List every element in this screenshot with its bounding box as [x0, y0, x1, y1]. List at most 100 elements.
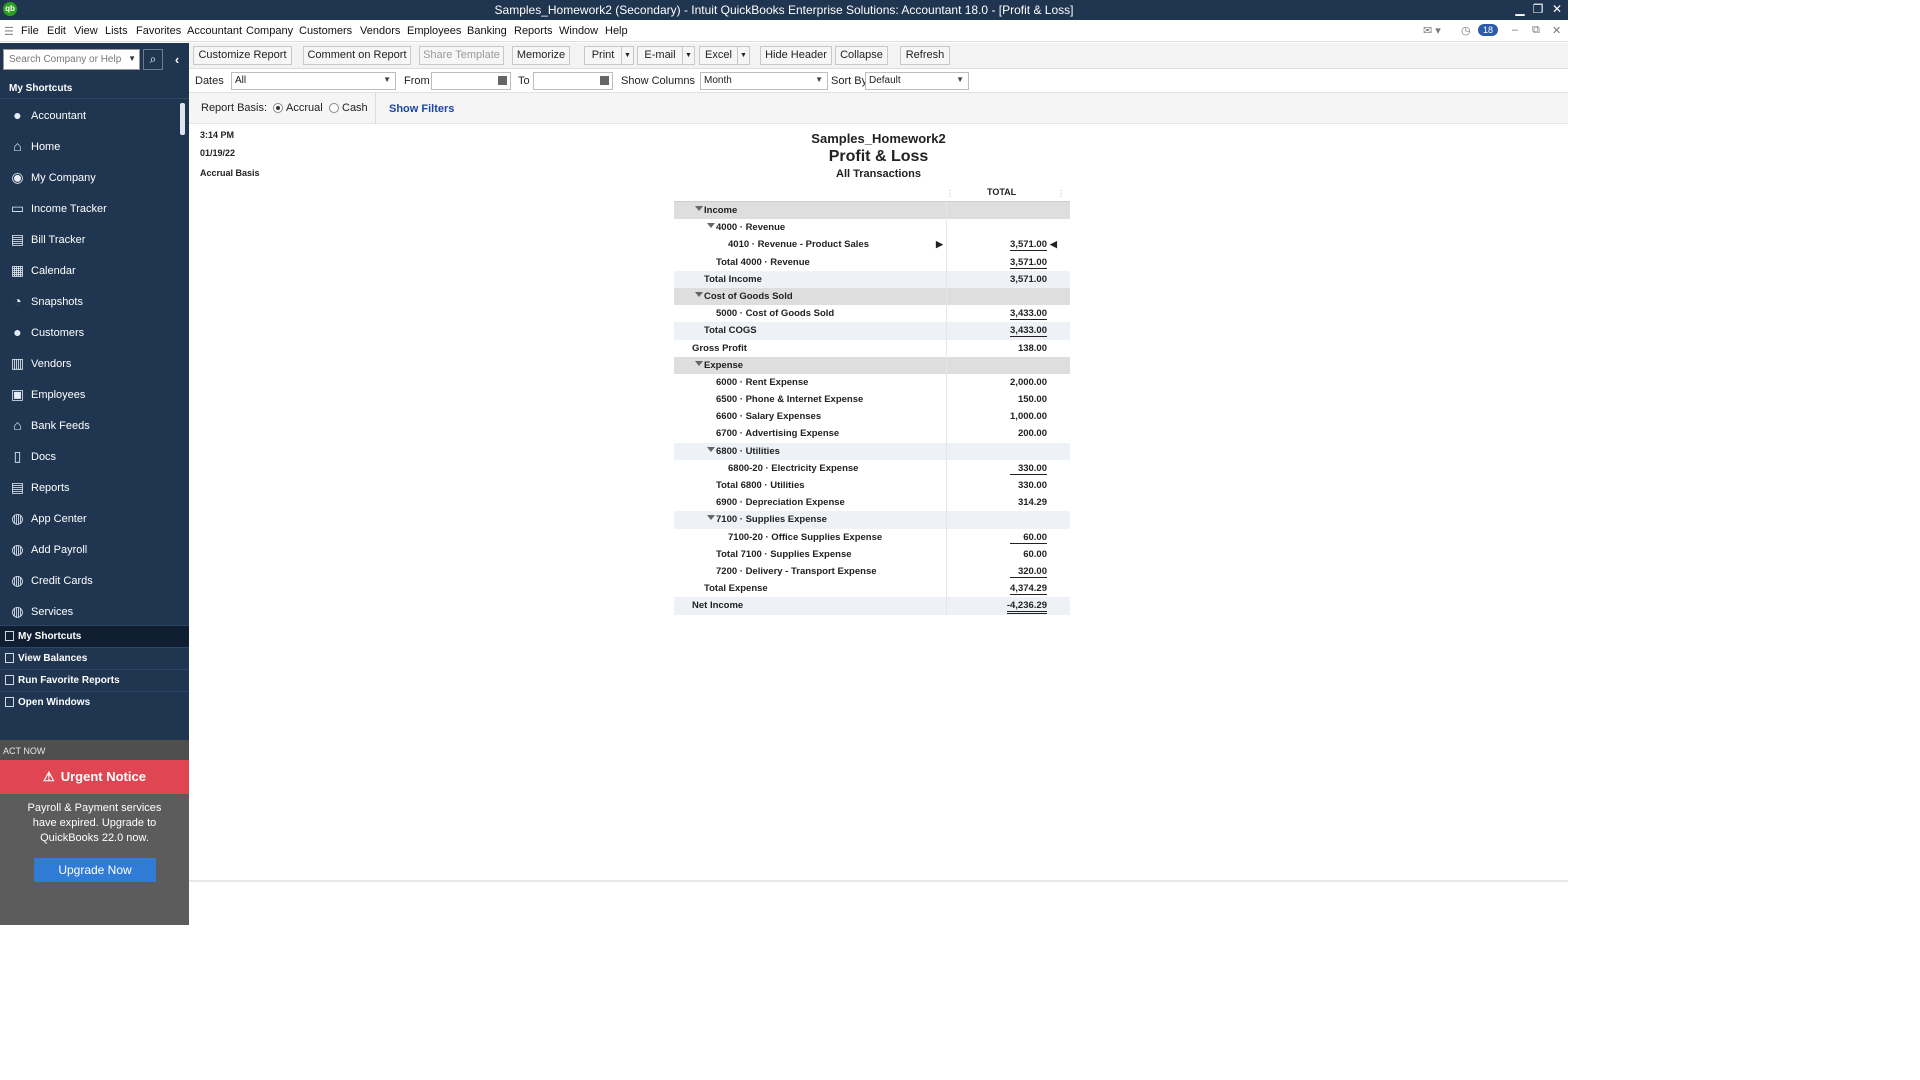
menu-file[interactable]: File [21, 25, 39, 37]
chevron-down-icon[interactable]: ▼ [128, 54, 136, 63]
table-row[interactable]: 5000 · Cost of Goods Sold 3,433.00 [674, 305, 1070, 323]
table-row[interactable]: 6700 · Advertising Expense 200.00 [674, 425, 1070, 443]
dates-select[interactable]: All ▼ [231, 72, 396, 90]
sidebar-item-reports[interactable]: ▤ Reports [0, 472, 178, 503]
collapse-triangle-icon[interactable] [695, 291, 703, 297]
table-row[interactable]: Total 4000 · Revenue 3,571.00 [674, 253, 1070, 271]
sidebar-item-bank-feeds[interactable]: ⌂ Bank Feeds [0, 410, 178, 441]
table-row[interactable]: Total Expense 4,374.29 [674, 580, 1070, 598]
doc-restore-icon[interactable]: ⧉ [1532, 24, 1540, 37]
table-row[interactable]: 7100-20 · Office Supplies Expense 60.00 [674, 528, 1070, 546]
cash-label[interactable]: Cash [342, 102, 368, 114]
chevron-down-icon[interactable]: ▼ [621, 47, 633, 64]
reminders-badge[interactable]: 18 [1478, 24, 1499, 36]
nav-open-windows[interactable]: Open Windows [0, 691, 189, 713]
share-template-button[interactable]: Share Template [419, 46, 504, 65]
sidebar-item-app-center[interactable]: ◍ App Center [0, 503, 178, 534]
clock-icon[interactable]: ◷ [1461, 24, 1471, 37]
excel-button[interactable]: Excel ▼ [699, 46, 750, 65]
upgrade-now-button[interactable]: Upgrade Now [34, 858, 156, 882]
hide-header-button[interactable]: Hide Header [760, 46, 832, 65]
sidebar-item-accountant[interactable]: ● Accountant [0, 100, 178, 131]
sidebar-item-snapshots[interactable]: ◔ Snapshots [0, 286, 178, 317]
collapse-sidebar-icon[interactable]: ‹ [169, 49, 185, 70]
menu-reports[interactable]: Reports [514, 25, 553, 37]
search-icon[interactable]: ⌕ [143, 49, 163, 70]
memorize-button[interactable]: Memorize [512, 46, 570, 65]
collapse-triangle-icon[interactable] [695, 206, 703, 211]
table-row[interactable]: 6600 · Salary Expenses 1,000.00 [674, 408, 1070, 426]
menu-help[interactable]: Help [605, 25, 628, 37]
table-row[interactable]: Income [674, 202, 1070, 220]
doc-close-icon[interactable]: ✕ [1552, 24, 1561, 37]
table-row[interactable]: 6800 · Utilities [674, 442, 1070, 460]
show-columns-select[interactable]: Month ▼ [700, 72, 828, 90]
column-resize-handle[interactable]: ⋮ [1057, 189, 1065, 198]
comment-on-report-button[interactable]: Comment on Report [303, 46, 411, 65]
menu-edit[interactable]: Edit [47, 25, 66, 37]
menu-window[interactable]: Window [559, 25, 598, 37]
sidebar-item-docs[interactable]: ▯ Docs [0, 441, 178, 472]
nav-my-shortcuts[interactable]: My Shortcuts [0, 625, 189, 647]
table-row[interactable]: Total COGS 3,433.00 [674, 322, 1070, 340]
from-date-input[interactable] [431, 72, 511, 90]
collapse-triangle-icon[interactable] [695, 360, 703, 366]
table-row[interactable]: 7100 · Supplies Expense [674, 511, 1070, 529]
email-button[interactable]: E-mail ▼ [637, 46, 695, 65]
search-input[interactable]: Search Company or Help ▼ [3, 49, 140, 70]
calendar-icon[interactable] [498, 76, 507, 85]
sidebar-item-services[interactable]: ◍ Services [0, 596, 178, 619]
sidebar-item-home[interactable]: ⌂ Home [0, 131, 178, 162]
table-row[interactable]: 7200 · Delivery - Transport Expense 320.0… [674, 562, 1070, 581]
menu-vendors[interactable]: Vendors [360, 25, 400, 37]
refresh-button[interactable]: Refresh [900, 46, 950, 65]
nav-run-favorite-reports[interactable]: Run Favorite Reports [0, 669, 189, 691]
column-resize-handle[interactable]: ⋮ [946, 189, 954, 198]
menu-employees[interactable]: Employees [407, 25, 461, 37]
doc-minimize-icon[interactable]: – [1512, 24, 1518, 36]
cash-radio[interactable] [329, 103, 339, 113]
show-filters-link[interactable]: Show Filters [389, 103, 454, 115]
accrual-label[interactable]: Accrual [286, 102, 323, 114]
sidebar-item-add-payroll[interactable]: ◍ Add Payroll [0, 534, 178, 565]
sidebar-item-calendar[interactable]: ▦ Calendar [0, 255, 178, 286]
table-row[interactable]: Total 6800 · Utilities 330.00 [674, 477, 1070, 495]
close-icon[interactable]: ✕ [1549, 2, 1565, 16]
table-row[interactable]: Total Income 3,571.00 [674, 270, 1070, 288]
table-row[interactable]: Cost of Goods Sold [674, 287, 1070, 306]
collapse-triangle-icon[interactable] [707, 223, 715, 229]
menu-customers[interactable]: Customers [299, 25, 352, 37]
collapse-triangle-icon[interactable] [707, 515, 715, 521]
sidebar-item-customers[interactable]: ● Customers [0, 317, 178, 348]
menu-company[interactable]: Company [246, 25, 293, 37]
maximize-icon[interactable]: ❐ [1530, 2, 1546, 16]
menu-accountant[interactable]: Accountant [187, 25, 242, 37]
table-row[interactable]: 6900 · Depreciation Expense 314.29 [674, 494, 1070, 512]
sidebar-item-income-tracker[interactable]: ▭ Income Tracker [0, 193, 178, 224]
sidebar-item-my-company[interactable]: ◉ My Company [0, 162, 178, 193]
table-row[interactable]: 4010 · Revenue - Product Sales 3,571.00 ▶ ◀ [674, 236, 1070, 254]
messages-icon[interactable]: ✉ ▾ [1423, 24, 1441, 37]
menu-view[interactable]: View [74, 25, 98, 37]
table-row[interactable]: 6000 · Rent Expense 2,000.00 [674, 373, 1070, 392]
collapse-button[interactable]: Collapse [835, 46, 888, 65]
column-total-header[interactable]: TOTAL [987, 187, 1016, 197]
table-row[interactable]: 6800-20 · Electricity Expense 330.00 [674, 459, 1070, 477]
table-row[interactable]: Net Income -4,236.29 [674, 597, 1070, 615]
menu-lists[interactable]: Lists [105, 25, 128, 37]
sidebar-item-vendors[interactable]: ▥ Vendors [0, 348, 178, 379]
system-menu-icon[interactable]: ☰ [4, 25, 14, 38]
table-row[interactable]: 4000 · Revenue [674, 219, 1070, 237]
table-row[interactable]: Gross Profit 138.00 [674, 339, 1070, 357]
calendar-icon[interactable] [600, 76, 609, 85]
accrual-radio[interactable] [273, 103, 283, 113]
table-row[interactable]: Total 7100 · Supplies Expense 60.00 [674, 545, 1070, 563]
chevron-down-icon[interactable]: ▼ [682, 47, 694, 64]
minimize-icon[interactable]: ▁ [1512, 2, 1528, 16]
sidebar-item-employees[interactable]: ▣ Employees [0, 379, 178, 410]
collapse-triangle-icon[interactable] [707, 446, 715, 452]
sidebar-item-credit-cards[interactable]: ◍ Credit Cards [0, 565, 178, 596]
table-row[interactable]: Expense [674, 356, 1070, 374]
customize-report-button[interactable]: Customize Report [193, 46, 292, 65]
print-button[interactable]: Print ▼ [584, 46, 634, 65]
